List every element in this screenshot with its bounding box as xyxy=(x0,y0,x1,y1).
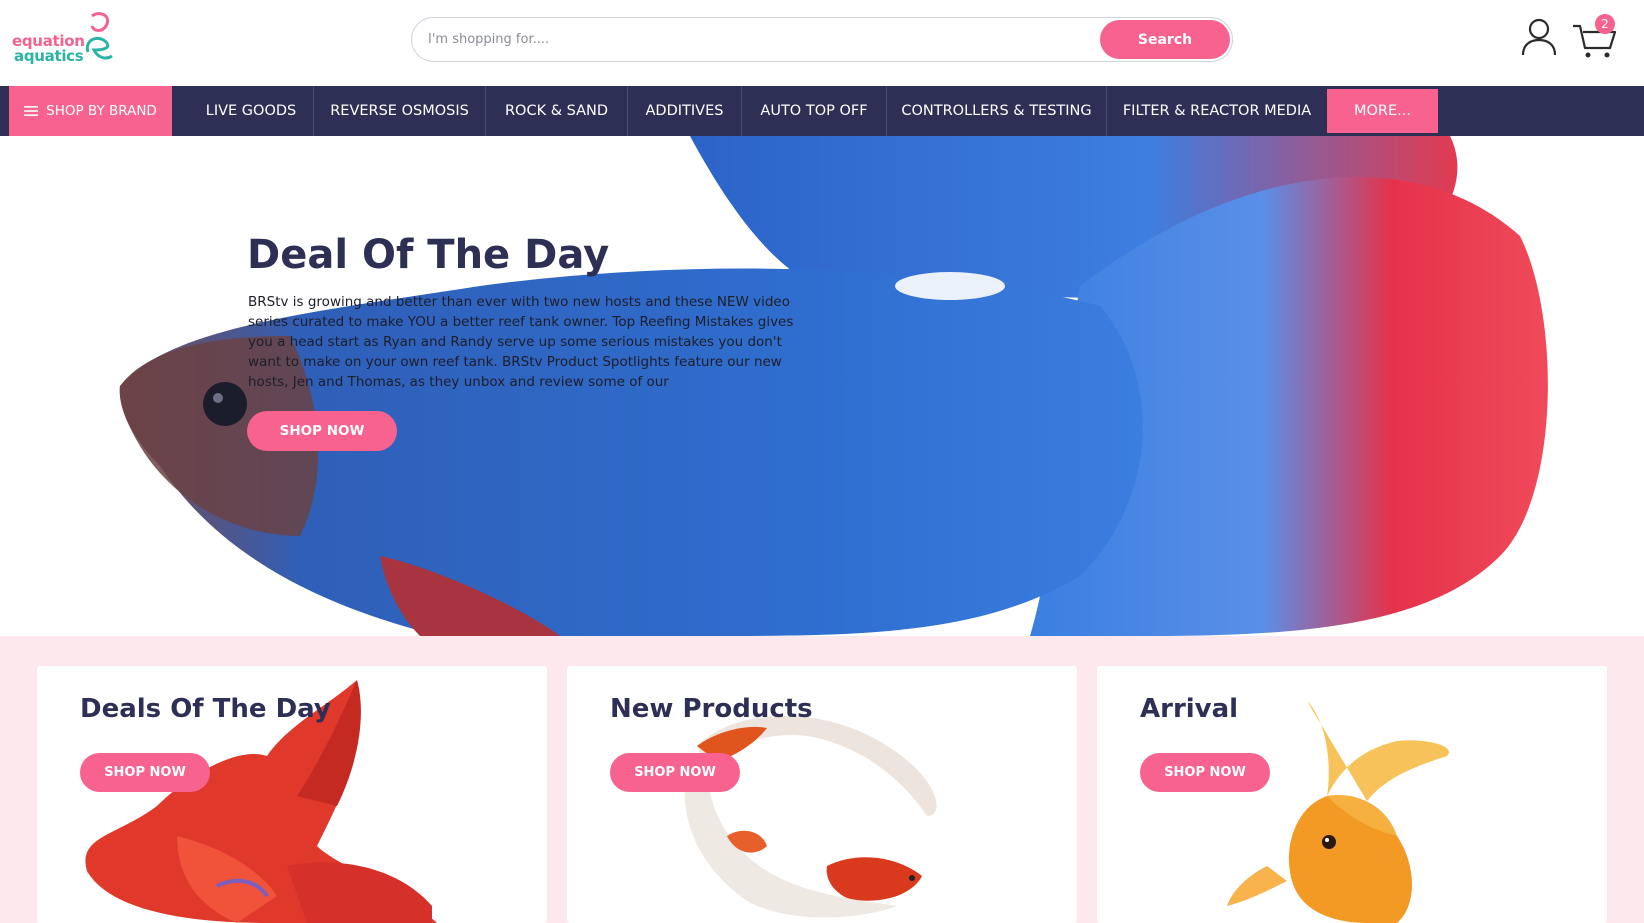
site-header: equation aquatics Search 2 xyxy=(0,0,1644,86)
card-title: Arrival xyxy=(1140,694,1239,724)
hamburger-icon xyxy=(24,106,39,116)
nav-item-additives[interactable]: ADDITIVES xyxy=(628,86,742,136)
logo-word-aquatics: aquatics xyxy=(14,47,84,65)
card-shop-now-button[interactable]: SHOP NOW xyxy=(80,753,210,792)
logo[interactable]: equation aquatics xyxy=(12,12,113,66)
card-title: New Products xyxy=(610,694,813,724)
card-shop-now-button[interactable]: SHOP NOW xyxy=(1140,753,1270,792)
cart-button[interactable]: 2 xyxy=(1572,14,1622,60)
nav-item-live-goods[interactable]: LIVE GOODS xyxy=(189,86,314,136)
cart-count-badge: 2 xyxy=(1595,14,1615,34)
promo-card-arrival[interactable]: Arrival SHOP NOW xyxy=(1097,666,1607,923)
nav-item-auto-top-off[interactable]: AUTO TOP OFF xyxy=(742,86,887,136)
card-shop-now-button[interactable]: SHOP NOW xyxy=(610,753,740,792)
promo-card-deals[interactable]: Deals Of The Day SHOP NOW xyxy=(37,666,547,923)
promo-cards-section: Deals Of The Day SHOP NOW New Products S… xyxy=(0,636,1644,923)
search-input[interactable] xyxy=(428,18,1048,61)
nav-more-button[interactable]: MORE... xyxy=(1327,89,1438,133)
shop-by-brand-button[interactable]: SHOP BY BRAND xyxy=(9,86,172,136)
search-button[interactable]: Search xyxy=(1100,20,1230,59)
hero-title: Deal Of The Day xyxy=(247,232,610,278)
card-title: Deals Of The Day xyxy=(80,694,331,724)
logo-mark-icon xyxy=(85,12,113,60)
nav-item-filter-reactor-media[interactable]: FILTER & REACTOR MEDIA xyxy=(1107,86,1327,136)
nav-item-controllers-testing[interactable]: CONTROLLERS & TESTING xyxy=(887,86,1107,136)
user-icon[interactable] xyxy=(1521,18,1557,56)
nav-item-reverse-osmosis[interactable]: REVERSE OSMOSIS xyxy=(314,86,486,136)
hero-description: BRStv is growing and better than ever wi… xyxy=(248,294,794,390)
promo-card-new-products[interactable]: New Products SHOP NOW xyxy=(567,666,1077,923)
hero-shop-now-button[interactable]: SHOP NOW xyxy=(247,411,397,451)
main-nav: SHOP BY BRAND LIVE GOODS REVERSE OSMOSIS… xyxy=(0,86,1644,136)
nav-item-rock-sand[interactable]: ROCK & SAND xyxy=(486,86,628,136)
hero-banner: Deal Of The Day BRStv is growing and bet… xyxy=(0,136,1644,636)
betta-fish-image xyxy=(119,136,1548,636)
shop-by-brand-label: SHOP BY BRAND xyxy=(46,103,157,119)
search-bar: Search xyxy=(411,17,1233,62)
